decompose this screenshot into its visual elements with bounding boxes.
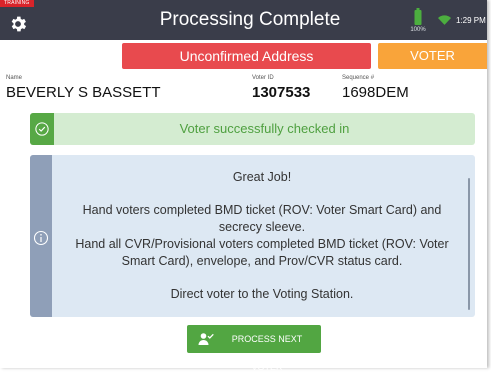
sequence-label: Sequence # <box>342 75 375 81</box>
name-label: Name <box>6 75 23 81</box>
instruction-voters: Hand voters completed BMD ticket (ROV: V… <box>82 203 442 234</box>
success-banner: Voter successfully checked in <box>30 113 475 145</box>
unconfirmed-address-button[interactable]: Unconfirmed Address <box>122 43 371 69</box>
process-next-voter-button[interactable]: PROCESS NEXT VOTER <box>187 325 321 372</box>
gear-icon[interactable] <box>8 14 28 34</box>
check-circle-icon <box>35 122 49 136</box>
process-next-voter-label: PROCESS NEXT VOTER <box>231 334 303 372</box>
battery-indicator: 100% <box>405 7 431 37</box>
instruction-provisional: Hand all CVR/Provisional voters complete… <box>75 237 449 268</box>
instructions-panel: Great Job! Hand voters completed BMD tic… <box>30 155 475 317</box>
voter-id: 1307533 <box>252 84 311 101</box>
user-check-icon <box>198 333 214 345</box>
instruction-direct: Direct voter to the Voting Station. <box>170 287 354 301</box>
wifi-icon <box>438 15 451 25</box>
header-bar: TRAINING Processing Complete 100% 1:29 P… <box>0 0 487 40</box>
page-title: Processing Complete <box>159 9 341 30</box>
clock-time: 1:29 PM <box>456 16 486 25</box>
info-circle-icon <box>33 230 49 246</box>
instructions-scrollbar[interactable] <box>468 178 470 310</box>
sequence-number: 1698DEM <box>342 84 409 101</box>
voter-changes-button[interactable]: VOTER CHANGES <box>378 43 487 89</box>
app-window: TRAINING Processing Complete 100% 1:29 P… <box>0 0 487 372</box>
voter-id-label: Voter ID <box>252 75 274 81</box>
instructions-text: Great Job! Hand voters completed BMD tic… <box>52 169 472 303</box>
success-message: Voter successfully checked in <box>179 121 350 136</box>
voter-name: BEVERLY S BASSETT <box>6 84 161 101</box>
battery-icon <box>414 8 422 25</box>
instruction-heading: Great Job! <box>232 170 292 184</box>
training-badge: TRAINING <box>0 0 34 7</box>
battery-percent: 100% <box>410 27 426 33</box>
